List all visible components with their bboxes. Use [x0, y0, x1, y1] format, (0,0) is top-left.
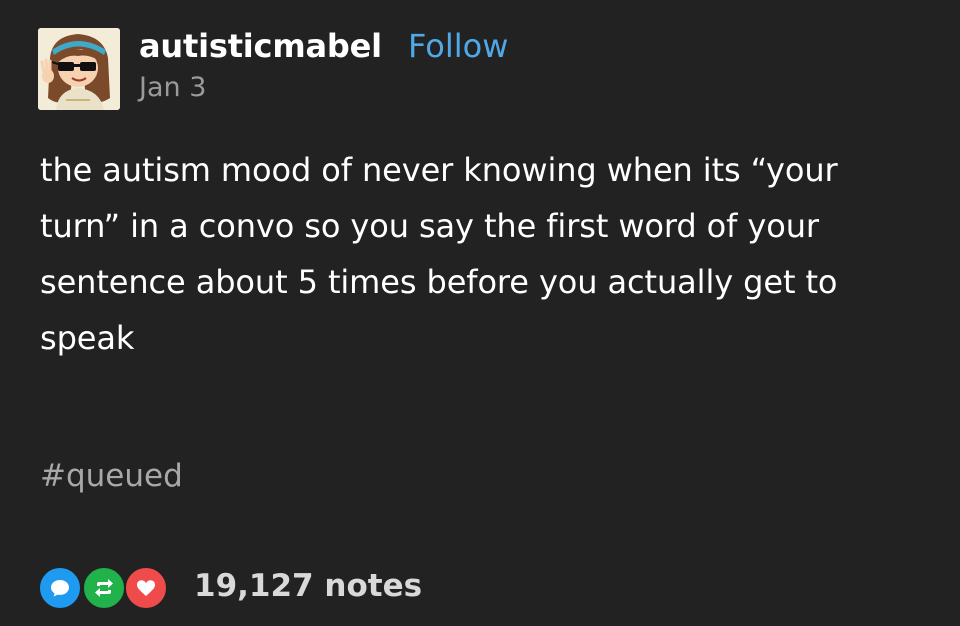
notes-count[interactable]: 19,127 notes [194, 564, 422, 608]
tag-link[interactable]: #queued [40, 454, 183, 498]
heart-icon [124, 566, 168, 610]
avatar-illustration [38, 28, 120, 110]
note-type-icons [38, 564, 182, 610]
post-card: autisticmabel Follow Jan 3 the autism mo… [0, 0, 960, 626]
notes-row[interactable]: 19,127 notes [38, 564, 422, 610]
post-body-text: the autism mood of never knowing when it… [40, 151, 838, 357]
reblog-icon [82, 566, 126, 610]
follow-button[interactable]: Follow [408, 26, 508, 66]
username-link[interactable]: autisticmabel [139, 26, 382, 66]
speech-bubble-icon [38, 566, 82, 610]
avatar[interactable] [38, 28, 120, 110]
post-date[interactable]: Jan 3 [139, 70, 206, 106]
